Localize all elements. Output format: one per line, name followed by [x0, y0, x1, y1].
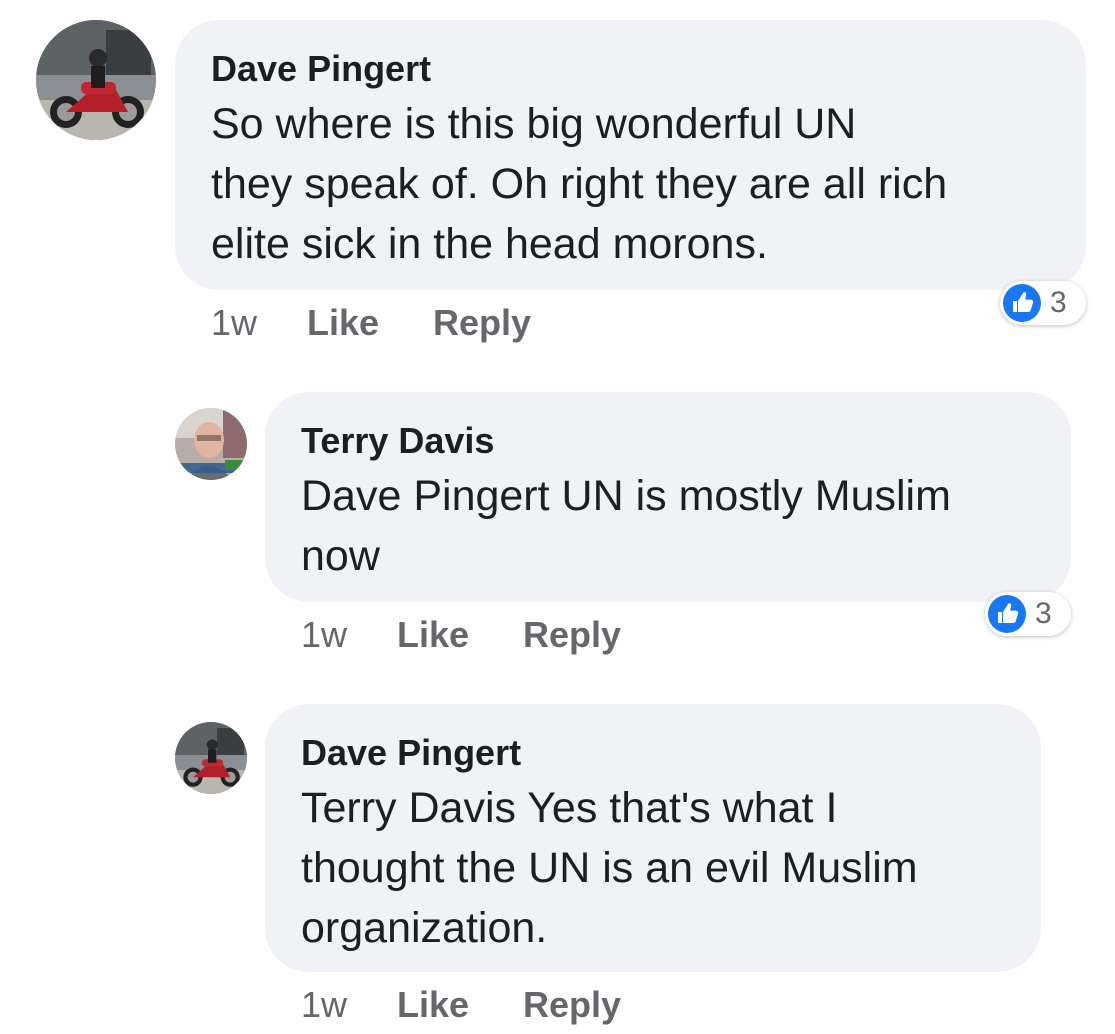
reaction-badge[interactable]: 3 — [1000, 281, 1086, 325]
comment-text-line: organization. — [301, 904, 548, 952]
comment-text-line: Terry Davis Yes that's what I — [301, 784, 838, 832]
comment-text-line: elite sick in the head morons. — [211, 220, 768, 268]
reaction-badge[interactable]: 3 — [985, 592, 1071, 636]
comment-bubble: Dave Pingert Terry Davis Yes that's what… — [265, 704, 1041, 972]
reaction-count: 3 — [1035, 597, 1052, 630]
comment-text-line: now — [301, 532, 380, 580]
reaction-count: 3 — [1050, 286, 1067, 319]
comment: Dave Pingert Terry Davis Yes that's what… — [0, 690, 1115, 1034]
avatar[interactable] — [175, 408, 247, 480]
timestamp[interactable]: 1w — [301, 984, 347, 1026]
comment-author[interactable]: Dave Pingert — [211, 48, 431, 90]
reply-button[interactable]: Reply — [433, 302, 531, 344]
motorcycle-avatar-icon — [175, 722, 247, 794]
comment-text-line: So where is this big wonderful UN — [211, 100, 857, 148]
comment-text: Terry Davis Yes that's what I thought th… — [301, 778, 918, 958]
like-button[interactable]: Like — [397, 984, 469, 1026]
like-button[interactable]: Like — [397, 614, 469, 656]
thumbs-up-icon — [988, 595, 1026, 633]
comment-author[interactable]: Terry Davis — [301, 420, 494, 462]
thumbs-up-icon — [1003, 284, 1041, 322]
comment: Terry Davis Dave Pingert UN is mostly Mu… — [0, 380, 1115, 680]
comment-text: Dave Pingert UN is mostly Muslim now — [301, 466, 951, 586]
reply-button[interactable]: Reply — [523, 984, 621, 1026]
avatar[interactable] — [36, 20, 156, 140]
timestamp[interactable]: 1w — [211, 302, 257, 344]
motorcycle-avatar-icon — [36, 20, 156, 140]
comment-text-line: Dave Pingert UN is mostly Muslim — [301, 472, 951, 520]
comment-author[interactable]: Dave Pingert — [301, 732, 521, 774]
comment-bubble: Dave Pingert So where is this big wonder… — [175, 20, 1086, 290]
comment-text-line: thought the UN is an evil Muslim — [301, 844, 918, 892]
avatar[interactable] — [175, 722, 247, 794]
comment-bubble: Terry Davis Dave Pingert UN is mostly Mu… — [265, 392, 1071, 602]
comment-text: So where is this big wonderful UN they s… — [211, 94, 947, 274]
reply-button[interactable]: Reply — [523, 614, 621, 656]
comment: Dave Pingert So where is this big wonder… — [0, 0, 1115, 360]
timestamp[interactable]: 1w — [301, 614, 347, 656]
like-button[interactable]: Like — [307, 302, 379, 344]
comment-text-line: they speak of. Oh right they are all ric… — [211, 160, 948, 208]
person-avatar-icon — [175, 408, 247, 480]
